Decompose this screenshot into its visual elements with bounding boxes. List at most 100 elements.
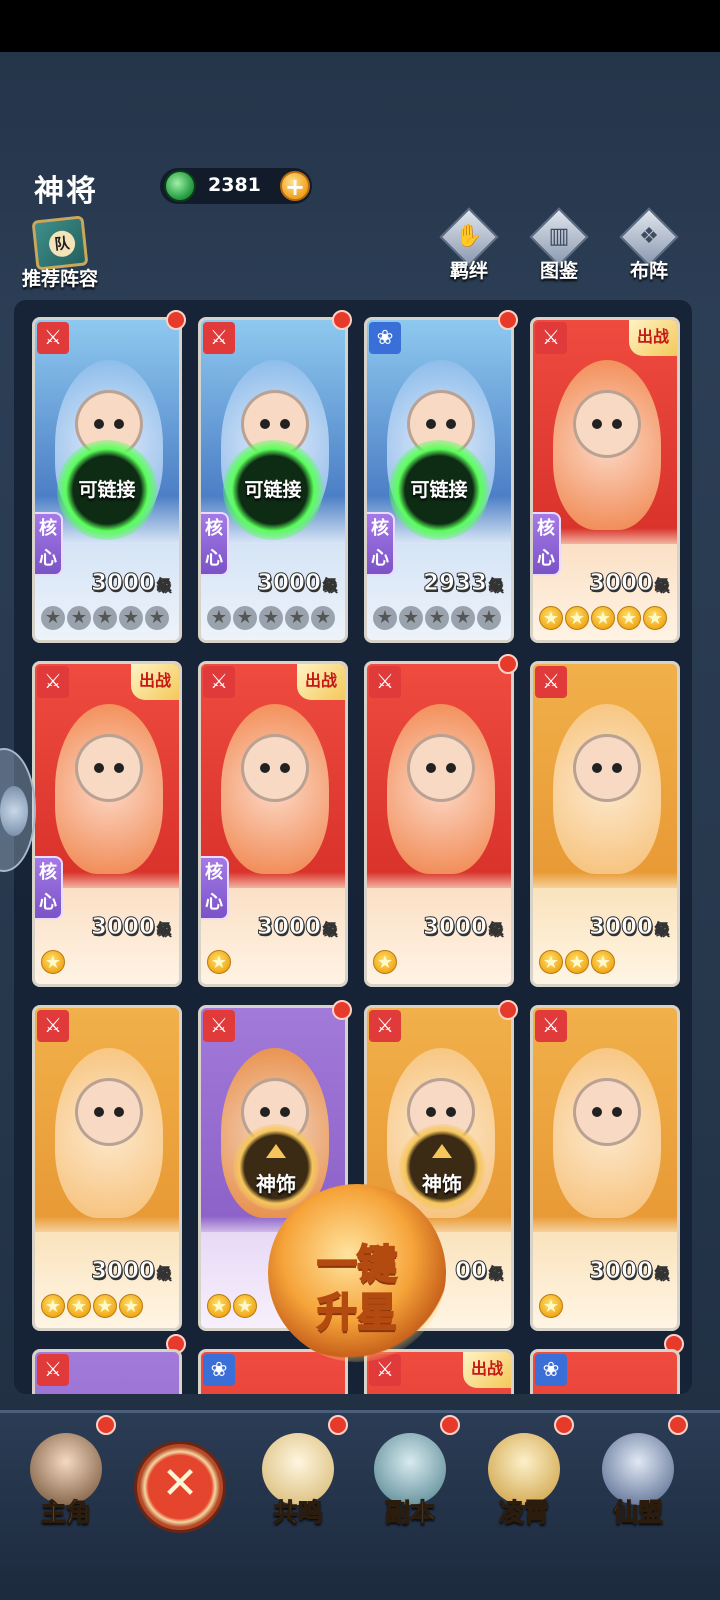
lotus-type-icon: ❀ — [203, 1354, 235, 1386]
star-icon: ★ — [207, 606, 231, 630]
divine-ornament-button[interactable]: 神饰 — [233, 1124, 319, 1210]
recommend-lineup-label: 推荐阵容 — [21, 268, 98, 290]
star-rating: ★★ — [207, 1294, 257, 1320]
star-icon: ★ — [539, 950, 563, 974]
star-rating: ★ — [41, 950, 65, 976]
core-tag: 核心 — [367, 512, 395, 576]
nav-item-6[interactable]: 仙盟 — [582, 1413, 694, 1553]
star-icon: ★ — [285, 606, 309, 630]
hero-face — [75, 1078, 143, 1146]
hero-card[interactable]: ⚔ 出战 核心 3000 级 ★ ★ ★ ★ ★ — [530, 317, 680, 643]
notification-dot — [498, 654, 518, 674]
hero-card[interactable]: ⚔ 3000 级 ★ — [530, 1005, 680, 1331]
core-tag: 核心 — [533, 512, 561, 576]
hero-level: 2933 级 — [422, 570, 503, 597]
hero-card[interactable]: ⚔ 核心 3000 级 ★ ★ ★ ★ ★ 可链接 — [32, 317, 182, 643]
sword-type-icon: ⚔ — [369, 1010, 401, 1042]
currency-amount: 2381 — [208, 174, 261, 196]
hero-card[interactable]: ⚔ 出战 核心 3000 级 ★ — [198, 661, 348, 987]
hero-card[interactable]: ⚔ 3000 级 ★ — [364, 661, 514, 987]
lotus-type-icon: ❀ — [535, 1354, 567, 1386]
linkable-button[interactable]: 可链接 — [223, 440, 323, 540]
one-click-upstar-button[interactable]: 一键 升星 — [268, 1184, 446, 1362]
notification-dot — [328, 1415, 348, 1435]
add-currency-button[interactable]: + — [280, 171, 310, 201]
linkable-button[interactable]: 可链接 — [389, 440, 489, 540]
star-rating: ★ — [207, 950, 231, 976]
nav-item-3[interactable]: 共鸣 — [242, 1413, 354, 1553]
linkable-button[interactable]: 可链接 — [57, 440, 157, 540]
star-icon: ★ — [259, 606, 283, 630]
star-rating: ★ ★ ★ — [539, 950, 615, 976]
core-tag: 核心 — [35, 856, 63, 920]
hero-card[interactable]: ⚔ 出战 核心 3000 级 ★ — [32, 661, 182, 987]
sword-type-icon: ⚔ — [203, 322, 235, 354]
star-icon: ★ — [565, 950, 589, 974]
star-icon: ★ — [477, 606, 501, 630]
upgrade-arrow-icon — [432, 1144, 452, 1158]
star-icon: ★ — [207, 1294, 231, 1318]
hero-card[interactable]: ⚔ 3000 级 ★ ★ ★ — [530, 661, 680, 987]
star-icon: ★ — [67, 606, 91, 630]
star-rating: ★ ★ ★ ★ ★ — [41, 606, 169, 632]
hero-level: 3000 级 — [90, 914, 171, 941]
nav-label: 共鸣 — [272, 1498, 323, 1528]
bond-button[interactable]: ✋ 羁绊 — [432, 207, 506, 284]
star-icon: ★ — [591, 950, 615, 974]
hero-face — [573, 734, 641, 802]
sword-type-icon: ⚔ — [369, 666, 401, 698]
nav-item-1[interactable]: 主角 — [10, 1413, 122, 1553]
currency-display: 2381 + — [160, 168, 312, 204]
star-icon: ★ — [311, 606, 335, 630]
bottom-nav: 主角 ✕ 共鸣 副本 凌霄 仙盟 — [0, 1410, 720, 1600]
hero-card[interactable]: ⚔ — [32, 1349, 182, 1394]
core-tag: 核心 — [201, 512, 229, 576]
sword-type-icon: ⚔ — [535, 322, 567, 354]
deployed-badge: 出战 — [463, 1352, 511, 1388]
nav-item-4[interactable]: 副本 — [354, 1413, 466, 1553]
star-rating: ★ ★ ★ ★ — [41, 1294, 143, 1320]
star-icon: ★ — [451, 606, 475, 630]
star-rating: ★ — [539, 1294, 563, 1320]
notification-dot — [332, 1000, 352, 1020]
notification-dot — [498, 1000, 518, 1020]
formation-button[interactable]: ❖ 布阵 — [612, 207, 686, 284]
hero-level: 3000 级 — [588, 1258, 669, 1285]
hero-card[interactable]: ⚔ 3000 级 ★ ★ ★ ★ — [32, 1005, 182, 1331]
sword-type-icon: ⚔ — [203, 666, 235, 698]
hero-level: 3000 级 — [588, 570, 669, 597]
star-icon: ★ — [539, 606, 563, 630]
lineup-book-icon: 队 — [31, 215, 89, 271]
star-icon: ★ — [119, 606, 143, 630]
sword-type-icon: ⚔ — [203, 1010, 235, 1042]
hero-card[interactable]: ⚔ 核心 3000 级 ★ ★ ★ ★ ★ 可链接 — [198, 317, 348, 643]
notification-dot — [440, 1415, 460, 1435]
hero-level: 3000 级 — [90, 570, 171, 597]
recommend-lineup-button[interactable]: 队 推荐阵容 — [12, 214, 108, 292]
hero-face — [241, 734, 309, 802]
close-icon: ✕ — [161, 1458, 199, 1509]
hero-level: 00 级 — [454, 1258, 503, 1285]
close-button[interactable]: ✕ — [134, 1441, 226, 1533]
nav-label: 主角 — [40, 1498, 91, 1528]
star-rating: ★ ★ ★ ★ ★ — [539, 606, 667, 632]
status-bar — [0, 0, 720, 52]
hero-card[interactable]: ❀ 核心 2933 级 ★ ★ ★ ★ ★ 可链接 — [364, 317, 514, 643]
hero-level: 3000 级 — [90, 1258, 171, 1285]
star-rating: ★ ★ ★ ★ ★ — [207, 606, 335, 632]
notification-dot — [668, 1415, 688, 1435]
star-rating: ★ ★ ★ ★ ★ — [373, 606, 501, 632]
hero-card[interactable]: ❀ — [530, 1349, 680, 1394]
hero-face — [407, 734, 475, 802]
notification-dot — [498, 310, 518, 330]
codex-button[interactable]: ▥ 图鉴 — [522, 207, 596, 284]
nav-item-5[interactable]: 凌霄 — [468, 1413, 580, 1553]
divine-ornament-button[interactable]: 神饰 — [399, 1124, 485, 1210]
star-icon: ★ — [643, 606, 667, 630]
sword-type-icon: ⚔ — [37, 666, 69, 698]
star-icon: ★ — [119, 1294, 143, 1318]
star-icon: ★ — [41, 1294, 65, 1318]
hero-face — [573, 390, 641, 458]
notification-dot — [166, 310, 186, 330]
nav-label: 仙盟 — [612, 1498, 663, 1528]
